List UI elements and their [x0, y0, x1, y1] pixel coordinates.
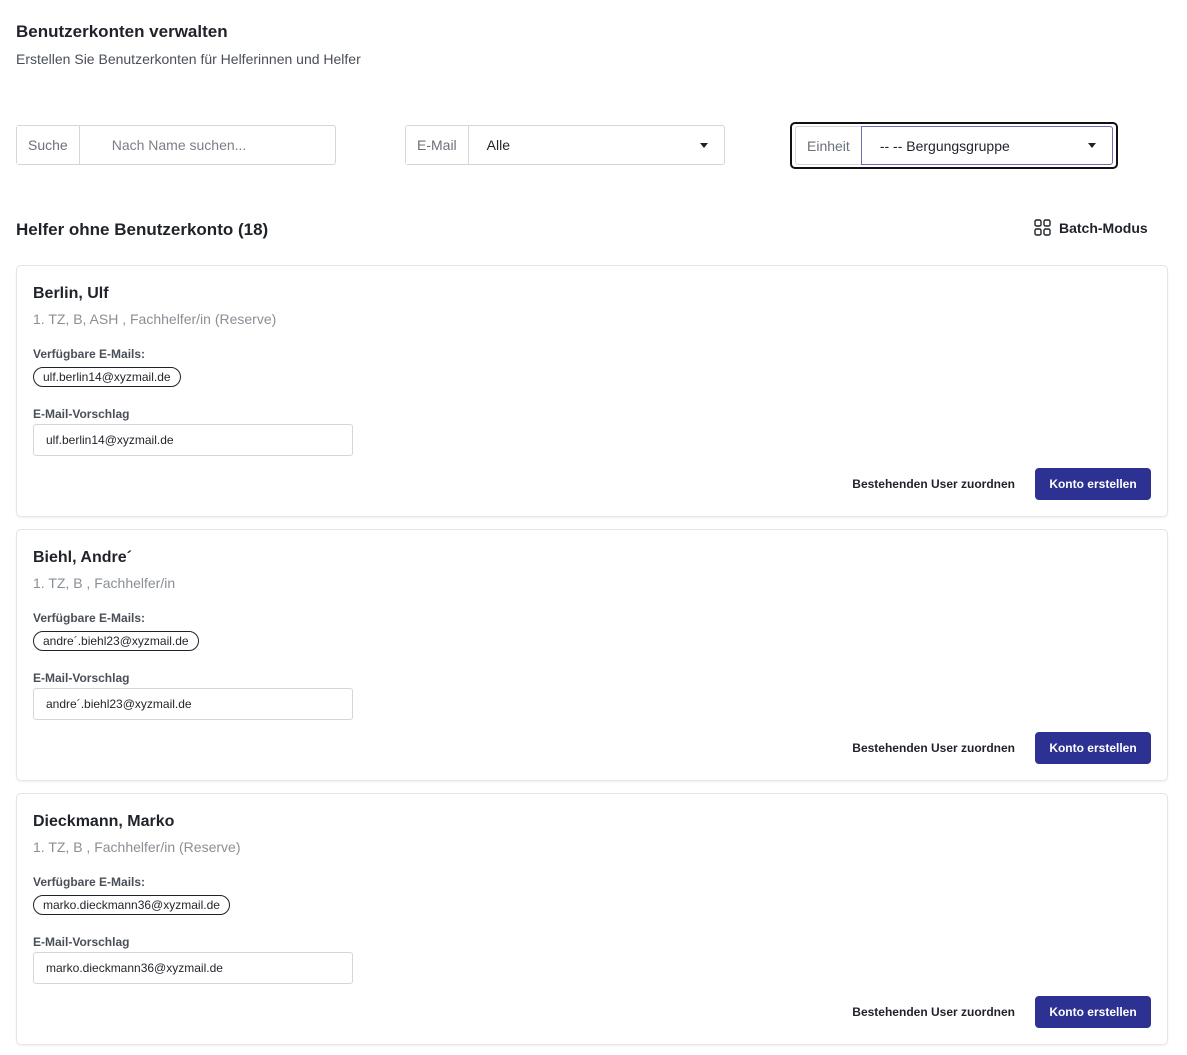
unit-filter: Einheit -- -- Bergungsgruppe — [795, 126, 1113, 165]
email-chip[interactable]: ulf.berlin14@xyzmail.de — [33, 367, 181, 387]
unit-filter-label: Einheit — [795, 126, 861, 165]
email-suggestion-label: E-Mail-Vorschlag — [33, 935, 130, 949]
available-emails-label: Verfügbare E-Mails: — [33, 347, 146, 361]
helper-meta: 1. TZ, B , Fachhelfer/in — [33, 575, 176, 591]
assign-existing-user-button[interactable]: Bestehenden User zuordnen — [852, 996, 1015, 1028]
assign-existing-user-button[interactable]: Bestehenden User zuordnen — [852, 732, 1015, 764]
unit-filter-focus-ring: Einheit -- -- Bergungsgruppe — [790, 122, 1118, 169]
search-label: Suche — [17, 126, 80, 164]
helper-name: Berlin, Ulf — [33, 285, 109, 302]
section-title: Helfer ohne Benutzerkonto (18) — [16, 220, 269, 239]
page-subtitle: Erstellen Sie Benutzerkonten für Helferi… — [16, 51, 361, 67]
email-suggestion-input[interactable] — [33, 424, 353, 456]
search-filter: Suche — [16, 125, 336, 165]
assign-existing-user-button[interactable]: Bestehenden User zuordnen — [852, 468, 1015, 500]
email-chip[interactable]: marko.dieckmann36@xyzmail.de — [33, 895, 230, 915]
email-filter: E-Mail Alle — [405, 125, 725, 165]
email-suggestion-label: E-Mail-Vorschlag — [33, 671, 130, 685]
chevron-down-icon — [1088, 143, 1096, 148]
search-input[interactable] — [79, 126, 335, 164]
available-emails-label: Verfügbare E-Mails: — [33, 875, 146, 889]
helper-card: Dieckmann, Marko 1. TZ, B , Fachhelfer/i… — [16, 793, 1168, 1045]
email-filter-value: Alle — [486, 137, 511, 153]
create-account-button[interactable]: Konto erstellen — [1035, 468, 1151, 500]
helper-meta: 1. TZ, B, ASH , Fachhelfer/in (Reserve) — [33, 311, 277, 327]
grid-icon — [1034, 219, 1051, 236]
helper-name: Dieckmann, Marko — [33, 813, 175, 830]
email-filter-label: E-Mail — [406, 126, 469, 164]
batch-mode-button[interactable]: Batch-Modus — [1034, 219, 1148, 236]
email-suggestion-label: E-Mail-Vorschlag — [33, 407, 130, 421]
chevron-down-icon — [700, 142, 708, 148]
create-account-button[interactable]: Konto erstellen — [1035, 996, 1151, 1028]
helper-card: Berlin, Ulf 1. TZ, B, ASH , Fachhelfer/i… — [16, 265, 1168, 517]
email-suggestion-input[interactable] — [33, 952, 353, 984]
email-chip[interactable]: andre´.biehl23@xyzmail.de — [33, 631, 199, 651]
unit-filter-select[interactable]: -- -- Bergungsgruppe — [860, 126, 1113, 165]
email-suggestion-input[interactable] — [33, 688, 353, 720]
page-title: Benutzerkonten verwalten — [16, 22, 228, 41]
email-filter-select[interactable]: Alle — [469, 126, 724, 164]
available-emails-label: Verfügbare E-Mails: — [33, 611, 146, 625]
create-account-button[interactable]: Konto erstellen — [1035, 732, 1151, 764]
batch-mode-label: Batch-Modus — [1059, 219, 1148, 236]
unit-filter-value: -- -- Bergungsgruppe — [879, 137, 1010, 154]
helper-meta: 1. TZ, B , Fachhelfer/in (Reserve) — [33, 839, 241, 855]
helper-card: Biehl, Andre´ 1. TZ, B , Fachhelfer/in V… — [16, 529, 1168, 781]
helper-name: Biehl, Andre´ — [33, 549, 132, 566]
